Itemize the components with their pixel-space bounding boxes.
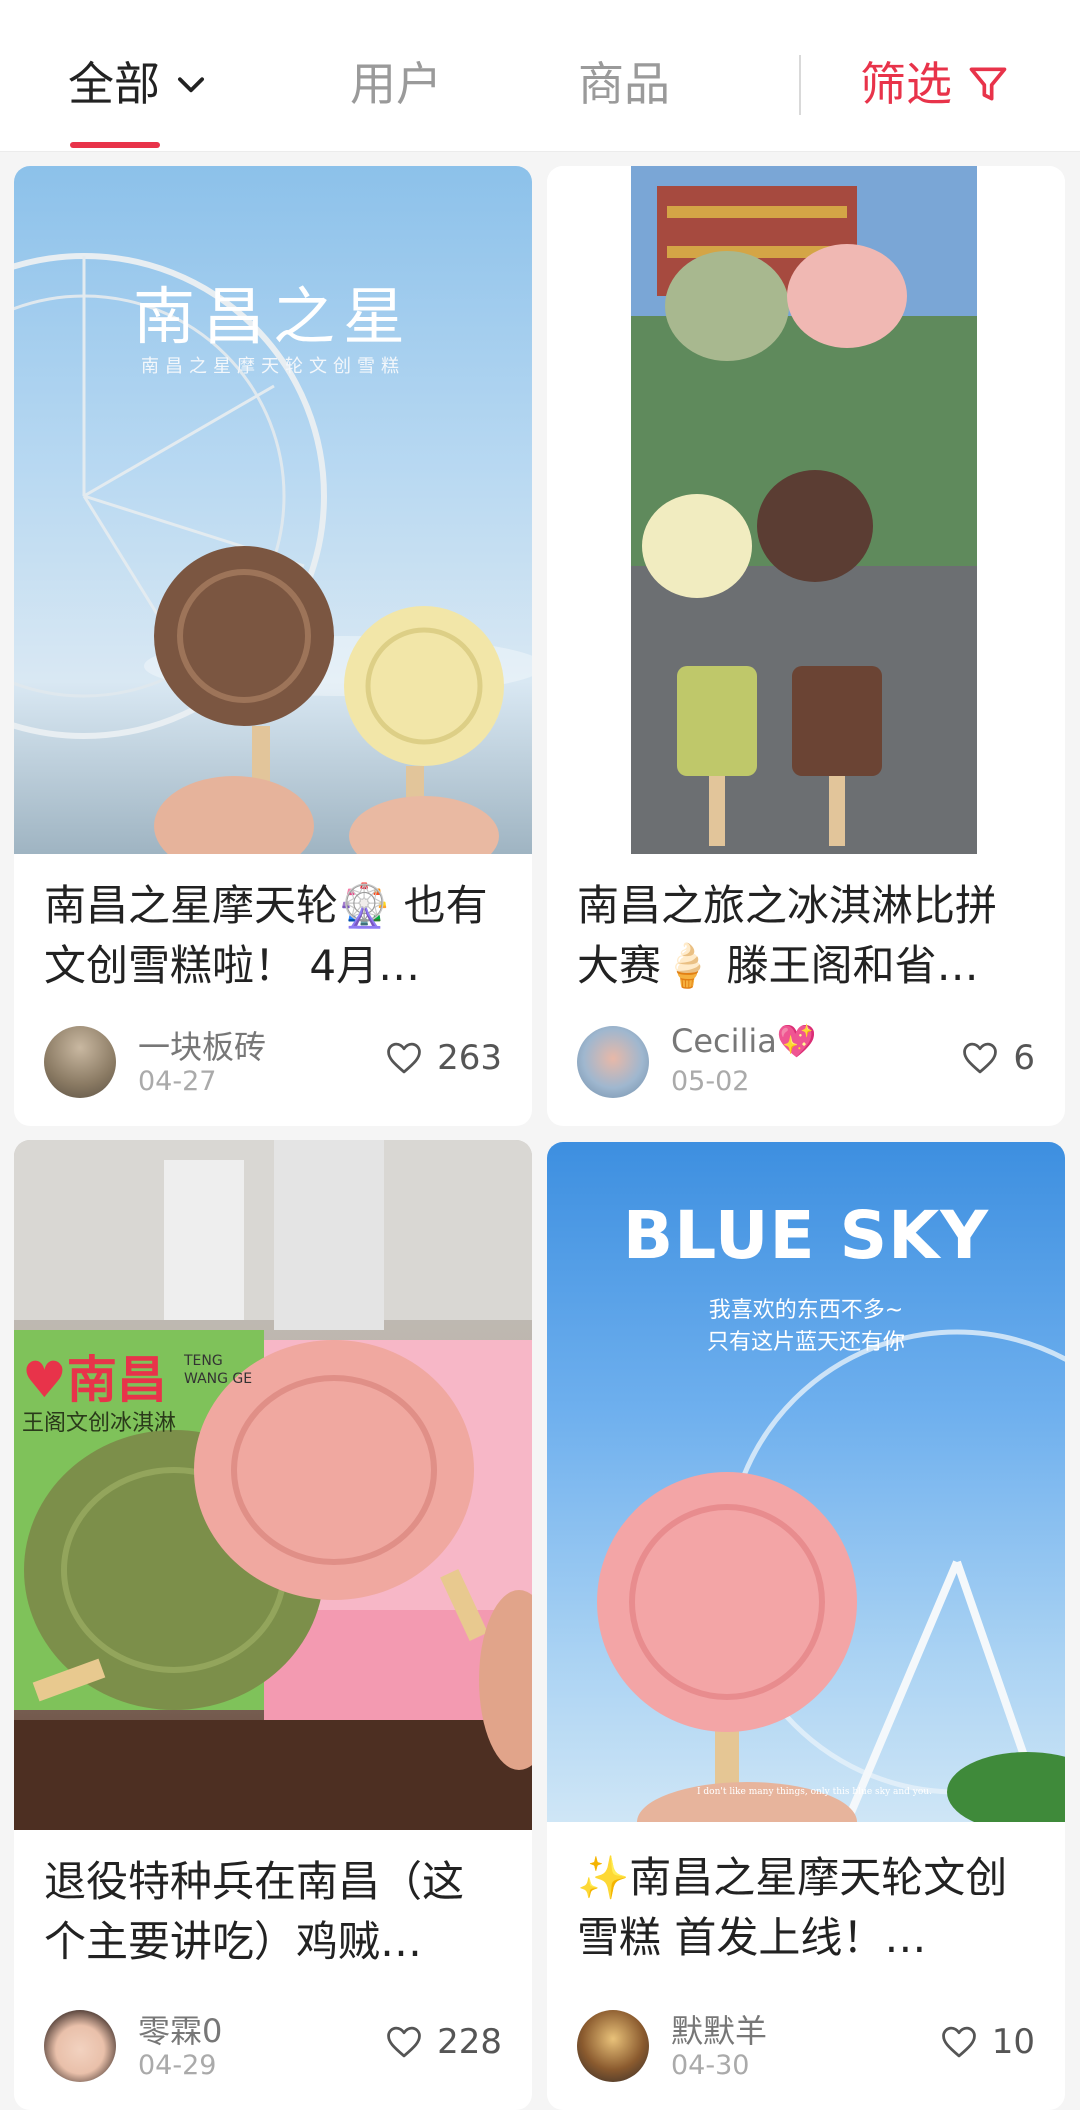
active-tab-indicator	[70, 142, 160, 148]
like-count: 263	[437, 1038, 502, 1078]
post-cover-image[interactable]: 南昌之星 南昌之星摩天轮文创雪糕	[14, 166, 532, 854]
funnel-icon	[969, 67, 1007, 101]
box-product-text: 王阁文创冰淇淋	[22, 1411, 177, 1436]
post-title[interactable]: 退役特种兵在南昌（这个主要讲吃）鸡贼…	[14, 1830, 532, 1974]
post-meta: 一块板砖 04-27 263	[44, 1026, 502, 1098]
tab-goods[interactable]: 商品	[578, 54, 670, 114]
box-brand-text: TENG WANG GE	[184, 1353, 253, 1387]
like-button[interactable]: 263	[385, 1038, 502, 1078]
cover-caption: I don't like many things, only this blue…	[697, 1787, 932, 1797]
post-meta: Cecilia💖 05-02 6	[577, 1022, 1035, 1098]
post-cover-image[interactable]: BLUE SKY 我喜欢的东西不多~ 只有这片蓝天还有你 I don't lik…	[547, 1142, 1065, 1822]
tab-all-label: 全部	[68, 57, 160, 111]
author-name[interactable]: Cecilia💖	[671, 1022, 817, 1060]
cover-line-2: 只有这片蓝天还有你	[706, 1330, 905, 1355]
cover-title-text: BLUE SKY	[622, 1197, 990, 1274]
heart-icon	[387, 1042, 421, 1074]
like-button[interactable]: 10	[940, 2022, 1035, 2062]
chevron-down-icon	[178, 77, 204, 93]
heart-icon	[387, 2026, 421, 2058]
post-card[interactable]: ♥南昌 TENG WANG GE 王阁文创冰淇淋 退役特种兵在南昌（这个主要讲吃…	[14, 1140, 532, 2110]
like-count: 10	[991, 2022, 1035, 2062]
post-date: 04-29	[138, 2050, 217, 2081]
post-card[interactable]: 南昌之旅之冰淇淋比拼大赛🍦 滕王阁和省… Cecilia💖 05-02 6	[547, 166, 1065, 1126]
heart-icon	[963, 1042, 998, 1074]
post-cover-image[interactable]: ♥南昌 TENG WANG GE 王阁文创冰淇淋	[14, 1140, 532, 1830]
tab-users[interactable]: 用户	[350, 54, 442, 114]
author-name[interactable]: 一块板砖	[138, 1022, 266, 1068]
filter-label: 筛选	[860, 57, 952, 111]
avatar[interactable]	[577, 1026, 649, 1098]
cover-line-1: 我喜欢的东西不多~	[708, 1298, 904, 1323]
post-title[interactable]: 南昌之星摩天轮🎡 也有文创雪糕啦！ 4月…	[14, 854, 532, 998]
cover-subtitle-text: 南昌之星摩天轮文创雪糕	[141, 356, 405, 377]
post-title[interactable]: 南昌之旅之冰淇淋比拼大赛🍦 滕王阁和省…	[547, 854, 1065, 998]
avatar[interactable]	[44, 1026, 116, 1098]
heart-icon	[941, 2026, 976, 2058]
top-tab-bar: 全部 用户 商品 筛选	[0, 0, 1080, 152]
avatar[interactable]	[577, 2010, 649, 2082]
tab-all[interactable]: 全部	[68, 54, 210, 114]
post-date: 04-30	[671, 2050, 750, 2081]
like-button[interactable]: 6	[961, 1038, 1035, 1078]
tab-divider	[799, 55, 801, 115]
ice-cream-collage-graphic	[631, 166, 977, 854]
author-name[interactable]: 零霖0	[138, 2006, 222, 2052]
post-card[interactable]: 南昌之星 南昌之星摩天轮文创雪糕 南昌之星摩天轮🎡 也有文创雪糕啦！ 4月… 一…	[14, 166, 532, 1126]
like-count: 6	[1013, 1038, 1035, 1078]
ice-cream-boxes-graphic	[14, 1140, 532, 1830]
box-label-left: ♥南昌	[22, 1351, 167, 1409]
post-date: 05-02	[671, 1066, 750, 1097]
filter-button[interactable]: 筛选	[860, 54, 1010, 114]
post-meta: 默默羊 04-30 10	[577, 2010, 1035, 2082]
like-button[interactable]: 228	[385, 2022, 502, 2062]
avatar[interactable]	[44, 2010, 116, 2082]
post-date: 04-27	[138, 1066, 217, 1097]
post-cover-image[interactable]	[547, 166, 1065, 854]
author-name[interactable]: 默默羊	[671, 2006, 767, 2052]
like-count: 228	[437, 2022, 502, 2062]
post-title[interactable]: ✨南昌之星摩天轮文创雪糕 首发上线！…	[547, 1822, 1065, 1966]
post-meta: 零霖0 04-29 228	[44, 2010, 502, 2082]
post-card[interactable]: BLUE SKY 我喜欢的东西不多~ 只有这片蓝天还有你 I don't lik…	[547, 1142, 1065, 2110]
cover-title-text: 南昌之星	[132, 280, 413, 353]
